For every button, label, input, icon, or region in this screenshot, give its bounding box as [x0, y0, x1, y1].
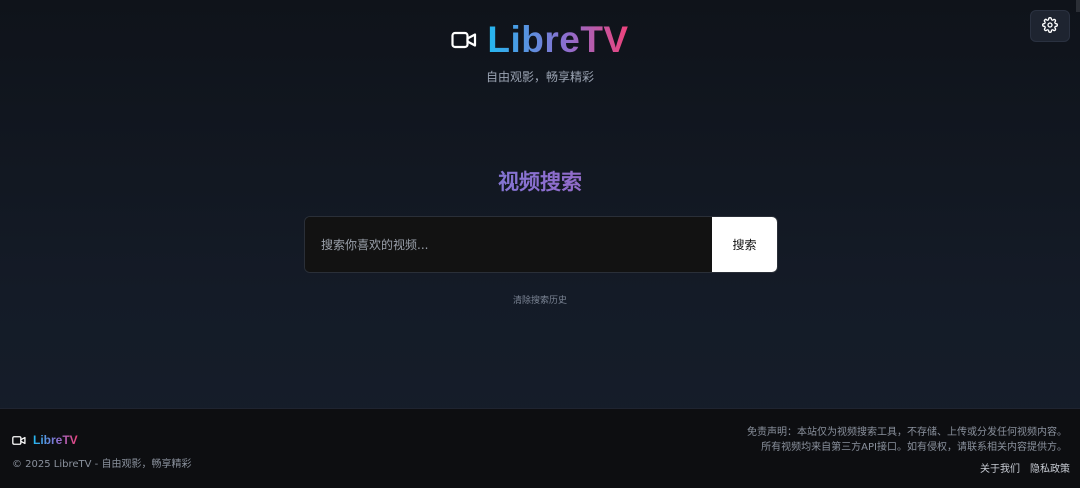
- site-logo[interactable]: LibreTV: [0, 20, 1080, 60]
- page-footer: LibreTV © 2025 LibreTV - 自由观影，畅享精彩 免责声明：…: [0, 408, 1080, 488]
- site-title: LibreTV: [487, 19, 629, 60]
- video-camera-icon: [451, 30, 477, 50]
- copyright-text: © 2025 LibreTV - 自由观影，畅享精彩: [12, 459, 192, 470]
- clear-history-link[interactable]: 清除搜索历史: [0, 293, 1080, 306]
- disclaimer-line: 所有视频均来自第三方API接口。如有侵权，请联系相关内容提供方。: [761, 442, 1067, 453]
- site-tagline: 自由观影，畅享精彩: [485, 70, 594, 84]
- footer-logo[interactable]: LibreTV: [12, 433, 78, 447]
- footer-links: 关于我们 隐私政策: [980, 460, 1070, 475]
- search-button[interactable]: 搜索: [712, 217, 777, 272]
- video-camera-icon: [12, 435, 26, 446]
- window-edge-marker: [1076, 0, 1080, 12]
- disclaimer: 免责声明：本站仅为视频搜索工具，不存储、上传或分发任何视频内容。 所有视频均来自…: [747, 425, 1067, 455]
- search-bar: 搜索: [304, 216, 778, 273]
- main-page: LibreTV 自由观影，畅享精彩 视频搜索 搜索 清除搜索历史: [0, 0, 1080, 408]
- footer-site-title: LibreTV: [33, 433, 78, 447]
- privacy-policy-link[interactable]: 隐私政策: [1030, 460, 1070, 475]
- search-heading: 视频搜索: [0, 168, 1080, 196]
- search-input[interactable]: [305, 217, 712, 272]
- about-us-link[interactable]: 关于我们: [980, 460, 1020, 475]
- disclaimer-line: 免责声明：本站仅为视频搜索工具，不存储、上传或分发任何视频内容。: [747, 427, 1067, 438]
